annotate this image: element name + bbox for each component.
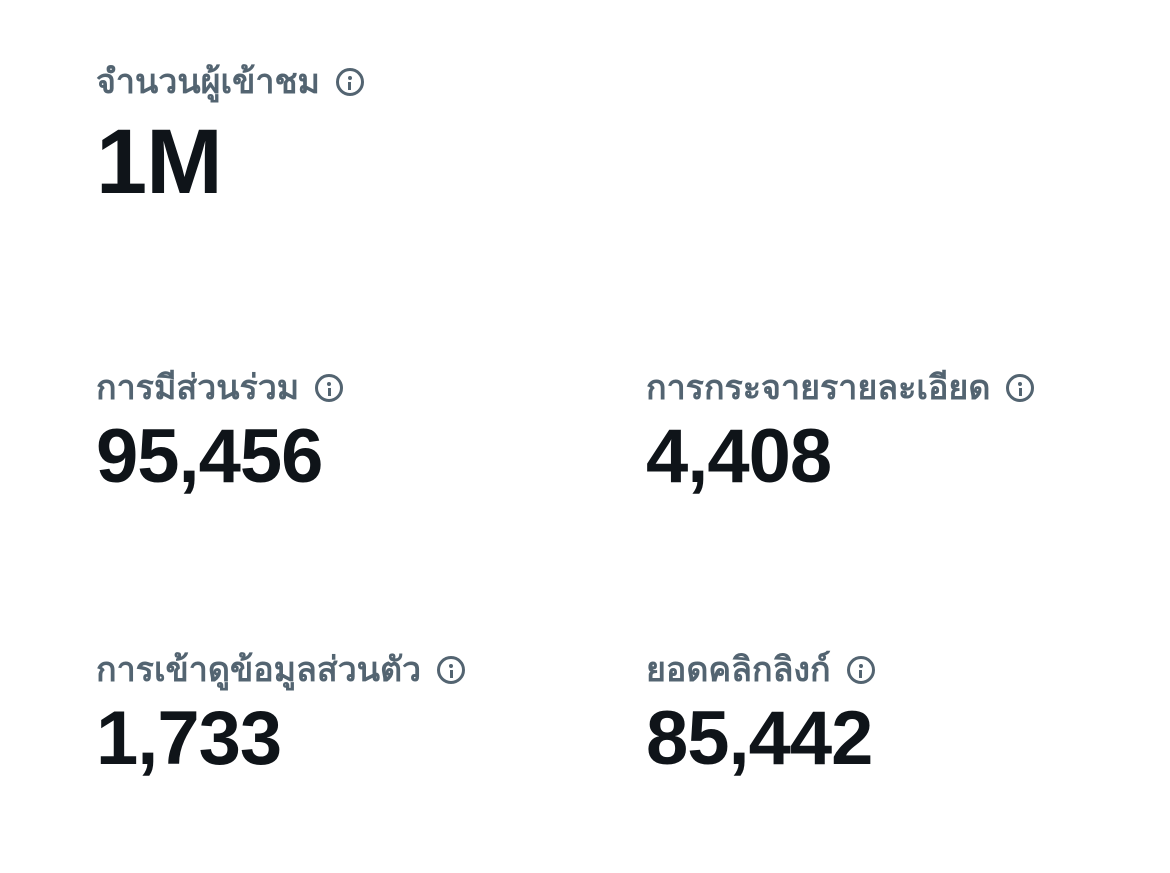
stat-header: การกระจายรายละเอียด: [646, 362, 1035, 414]
info-icon[interactable]: [315, 374, 344, 402]
stat-engagements: การมีส่วนร่วม 95,456: [96, 362, 344, 500]
stat-label: การกระจายรายละเอียด: [646, 368, 991, 408]
stat-value: 4,408: [646, 414, 832, 499]
stat-header: ยอดคลิกลิงก์: [646, 644, 875, 696]
stat-header: จำนวนผู้เข้าชม: [96, 56, 364, 108]
info-icon[interactable]: [335, 68, 364, 96]
stat-value: 1,733: [96, 696, 282, 781]
stat-detail-expands: การกระจายรายละเอียด 4,408: [646, 362, 1035, 500]
stat-link-clicks: ยอดคลิกลิงก์ 85,442: [646, 644, 875, 782]
stat-header: การมีส่วนร่วม: [96, 362, 344, 414]
stat-profile-visits: การเข้าดูข้อมูลส่วนตัว 1,733: [96, 644, 466, 782]
stat-label: การมีส่วนร่วม: [96, 368, 300, 408]
stat-value: 95,456: [96, 414, 323, 499]
stat-value: 85,442: [646, 696, 873, 781]
stat-label: ยอดคลิกลิงก์: [646, 650, 831, 690]
stat-impressions: จำนวนผู้เข้าชม 1M: [96, 56, 364, 212]
stat-label: การเข้าดูข้อมูลส่วนตัว: [96, 650, 422, 690]
stat-value: 1M: [96, 111, 223, 213]
info-icon[interactable]: [846, 656, 875, 684]
stat-header: การเข้าดูข้อมูลส่วนตัว: [96, 644, 466, 696]
stat-label: จำนวนผู้เข้าชม: [96, 62, 320, 102]
info-icon[interactable]: [1006, 374, 1035, 402]
info-icon[interactable]: [437, 656, 466, 684]
